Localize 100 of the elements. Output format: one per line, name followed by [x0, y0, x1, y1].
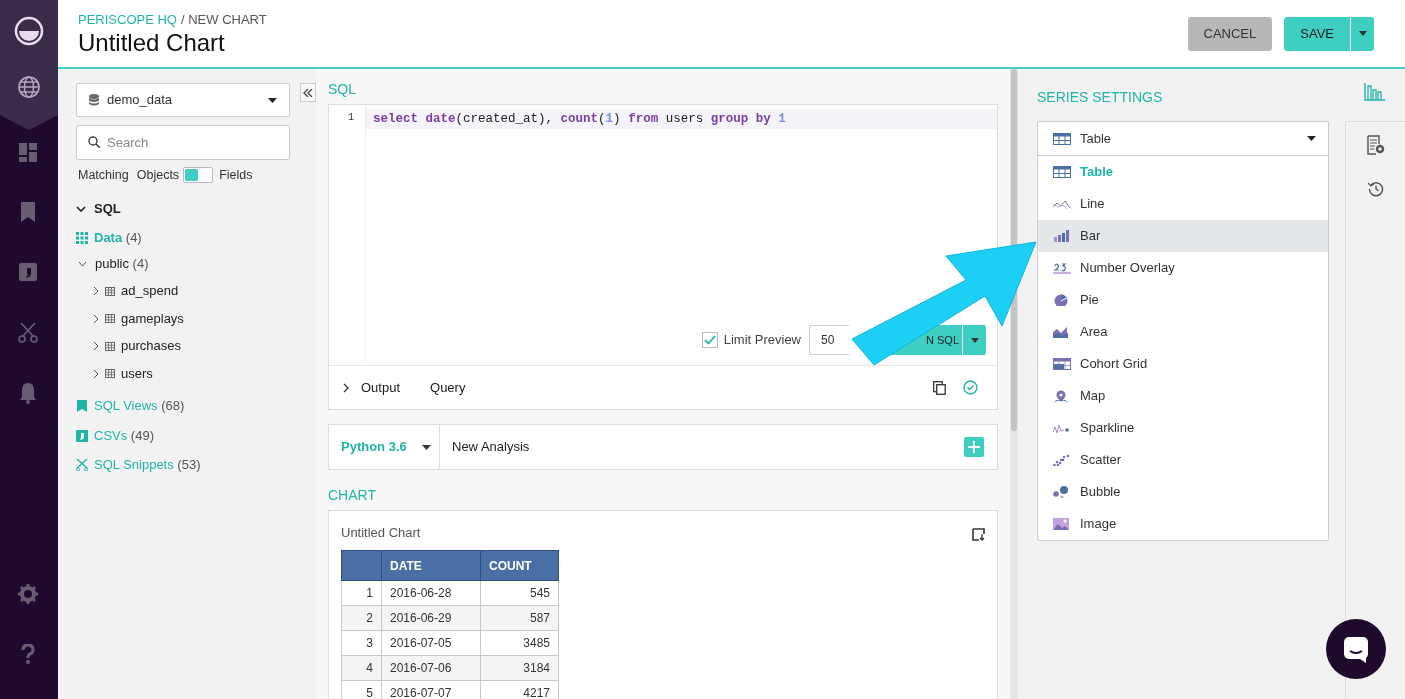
tree-item[interactable]: ad_spend: [121, 281, 179, 301]
grid-icon: [76, 232, 88, 244]
menu-item[interactable]: Area: [1038, 316, 1328, 348]
matching-label: Matching: [78, 167, 129, 184]
table-cell: 4: [341, 655, 382, 681]
toggle-label: Fields: [219, 167, 253, 184]
comma-icon[interactable]: [18, 262, 40, 284]
search-field[interactable]: Search: [76, 125, 290, 160]
menu-item[interactable]: Cohort Grid: [1038, 348, 1328, 380]
globe-icon[interactable]: [18, 76, 40, 98]
scissors-icon: [76, 459, 88, 471]
page-title: Untitled Chart: [78, 27, 226, 58]
image-icon: [1053, 518, 1071, 530]
scissors-icon[interactable]: [18, 322, 40, 344]
table-cell: 1: [341, 580, 382, 606]
table-cell: 3485: [480, 630, 559, 656]
tree-item[interactable]: public (4): [95, 253, 149, 274]
output-tab[interactable]: Output: [343, 377, 401, 398]
tree-item[interactable]: purchases: [121, 336, 181, 356]
menu-item[interactable]: Line: [1038, 188, 1328, 220]
panel-title: SERIES SETTINGS: [1037, 89, 1164, 105]
table-icon: [1053, 166, 1071, 178]
table-icon: [105, 369, 115, 378]
caret-icon: [268, 97, 277, 103]
save-button[interactable]: SAVE: [1284, 16, 1350, 51]
area-chart-icon: [1053, 326, 1071, 338]
menu-item[interactable]: Bar: [1038, 220, 1328, 252]
column-header: DATE: [381, 550, 481, 581]
save-options-button[interactable]: [1350, 16, 1374, 51]
table-icon: [105, 286, 115, 296]
table-icon: [105, 314, 115, 323]
tree-item[interactable]: SQL Views (68): [94, 396, 185, 416]
checkbox[interactable]: [701, 332, 718, 348]
toggle-label: Objects: [136, 167, 180, 184]
menu-item[interactable]: Sparkline: [1038, 412, 1328, 444]
caret-icon: [422, 444, 431, 450]
menu-item[interactable]: Map: [1038, 380, 1328, 412]
cancel-button[interactable]: CANCEL: [1187, 16, 1273, 51]
section-label: SQL: [328, 81, 357, 97]
run-options-button[interactable]: [962, 325, 986, 355]
section-label: CHART: [328, 487, 377, 503]
chart-title: Untitled Chart: [341, 525, 421, 541]
table-cell: 545: [480, 580, 559, 606]
document-settings-icon[interactable]: [1366, 135, 1385, 155]
caret-icon: [970, 337, 979, 343]
table-cell: 2016-06-29: [381, 605, 481, 631]
table-cell: 2: [341, 605, 382, 631]
tree-item[interactable]: Data (4): [94, 228, 142, 248]
scatter-plot-icon: [1053, 454, 1071, 466]
table-cell: 2016-07-05: [381, 630, 481, 656]
number-overlay-icon: [1053, 262, 1071, 274]
line-number: 1: [348, 112, 354, 124]
cohort-grid-icon: [1053, 358, 1071, 370]
bookmark-icon: [76, 400, 88, 412]
bubble-chart-icon: [1053, 486, 1071, 498]
breadcrumb-text: / NEW CHART: [180, 11, 267, 28]
dropdown-value: Table: [1080, 129, 1113, 148]
check-circle-icon: [963, 380, 978, 395]
copy-icon[interactable]: [933, 380, 946, 395]
chart-type-dropdown[interactable]: Table Table Line Bar Number Overlay Pie Area Cohort Grid Map Sparkline Scatter Bubble Image: [1037, 121, 1329, 541]
double-chevron-icon: [303, 88, 313, 97]
database-dropdown[interactable]: demo_data: [76, 83, 290, 117]
export-icon[interactable]: [972, 528, 985, 541]
tree-item[interactable]: users: [121, 363, 153, 384]
table-cell: 3184: [480, 655, 559, 681]
menu-item[interactable]: Image: [1038, 508, 1328, 540]
sparkline-icon: [1053, 422, 1071, 434]
dashboard-icon[interactable]: [18, 142, 40, 164]
menu-item[interactable]: Scatter: [1038, 444, 1328, 476]
comma-icon: [76, 429, 88, 442]
table-cell: 587: [480, 605, 559, 631]
tree-section[interactable]: SQL: [76, 198, 121, 219]
table-cell: 2016-06-28: [381, 580, 481, 606]
checkbox-label: Limit Preview: [723, 331, 801, 350]
table-header-cell: [341, 550, 382, 581]
analysis-name: New Analysis: [452, 438, 531, 457]
limit-field[interactable]: 50: [809, 325, 849, 355]
menu-item[interactable]: Pie: [1038, 284, 1328, 316]
history-icon[interactable]: [1367, 181, 1384, 197]
menu-item[interactable]: Number Overlay: [1038, 252, 1328, 284]
logo-icon: [14, 16, 44, 46]
caret-icon: [1307, 136, 1316, 141]
plus-icon: [968, 441, 980, 453]
add-button[interactable]: [964, 437, 984, 457]
settings-icon[interactable]: [18, 584, 40, 606]
output-tab[interactable]: Query: [430, 377, 466, 398]
tree-item[interactable]: SQL Snippets (53): [94, 455, 201, 475]
checkmark-icon: [703, 335, 716, 345]
bar-chart-icon: [1053, 230, 1071, 242]
collapse-button[interactable]: [300, 83, 316, 102]
tree-item[interactable]: gameplays: [121, 308, 184, 329]
tree-item[interactable]: CSVs (49): [94, 425, 154, 446]
table-icon: [1053, 132, 1071, 145]
menu-item[interactable]: Bubble: [1038, 476, 1328, 508]
table-cell: 2016-07-06: [381, 655, 481, 681]
bar-chart-icon[interactable]: [1364, 83, 1386, 101]
line-chart-icon: [1053, 198, 1071, 210]
toggle-switch[interactable]: [183, 167, 214, 184]
table-cell: 3: [341, 630, 382, 656]
table-cell: 5: [341, 680, 382, 699]
